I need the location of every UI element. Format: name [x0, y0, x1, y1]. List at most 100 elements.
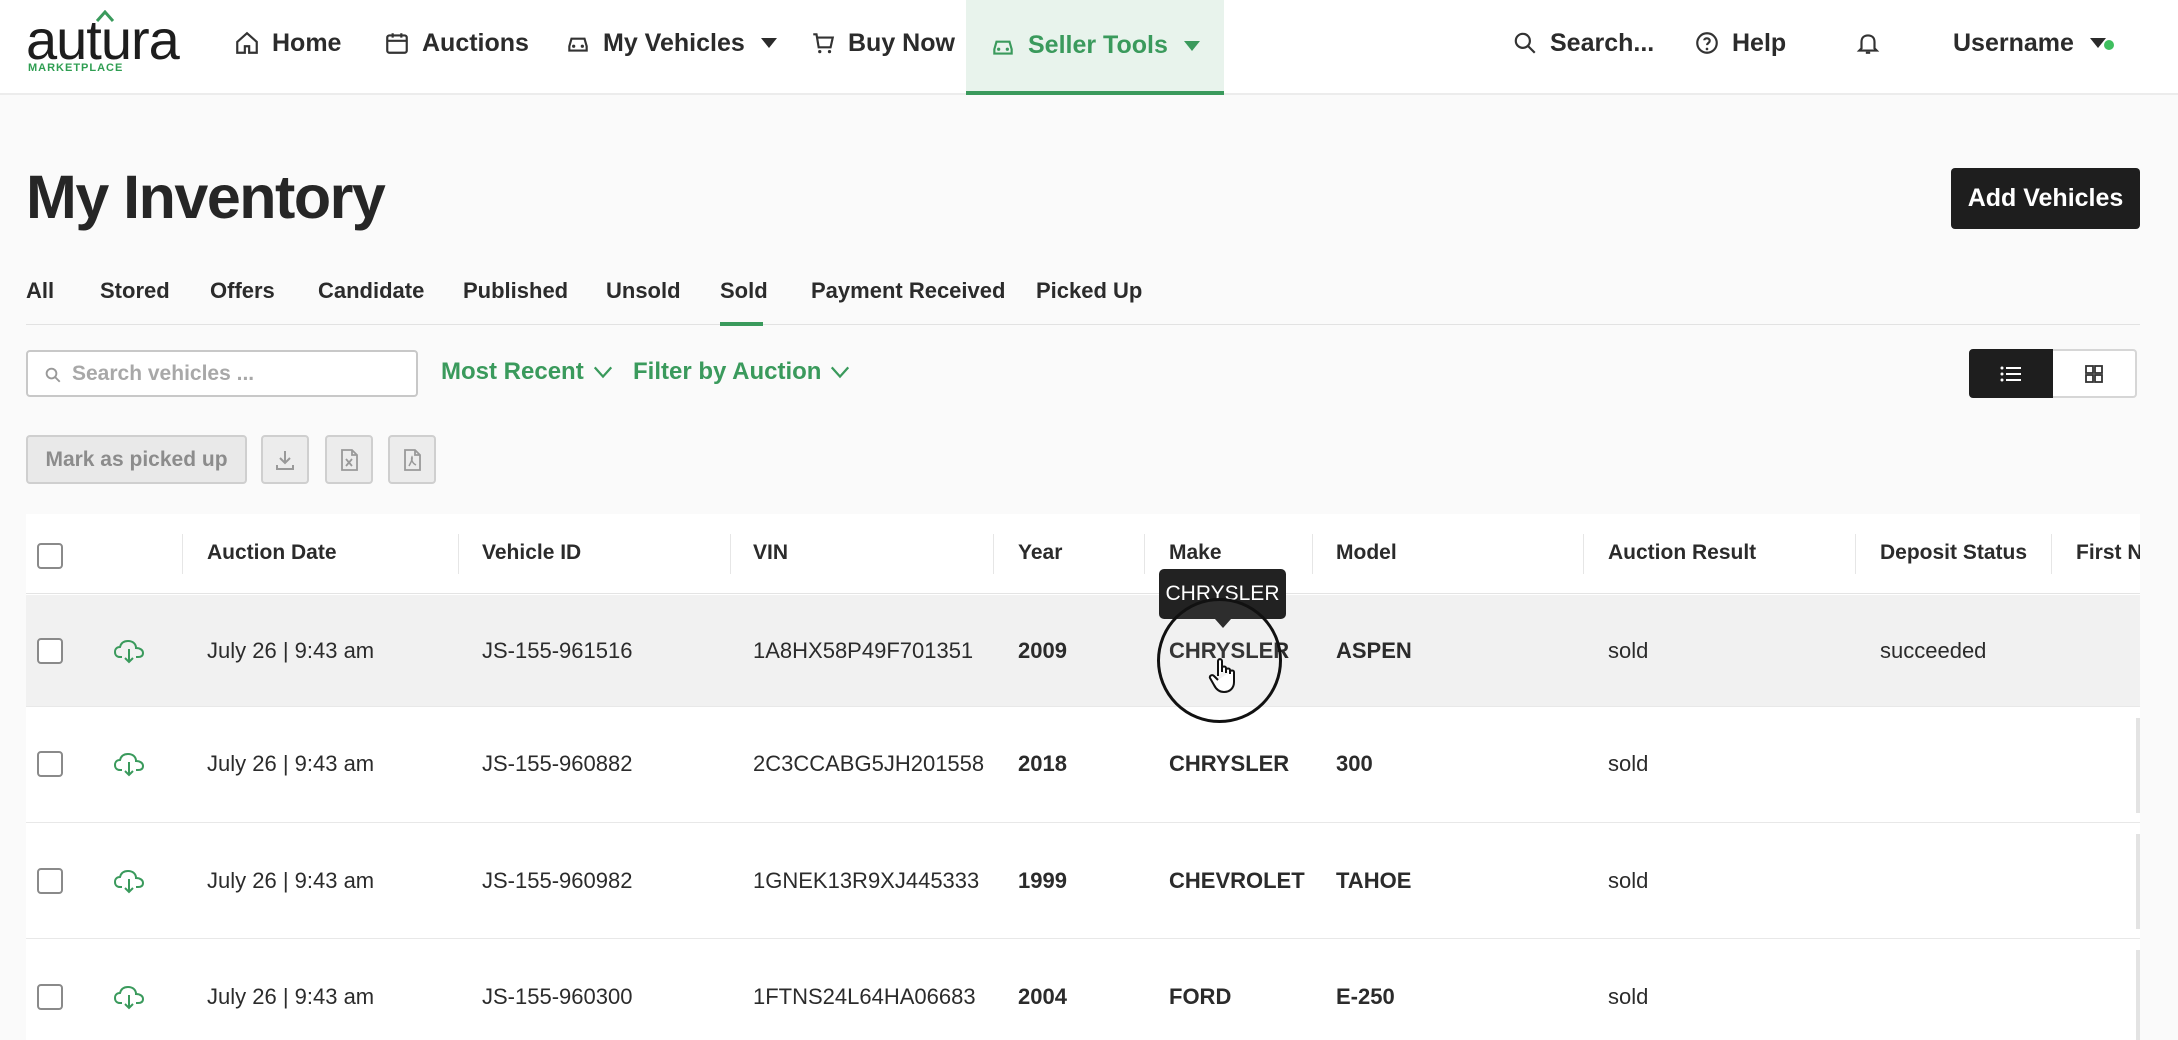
chevron-down-icon [1183, 40, 1200, 51]
cloud-download-icon[interactable] [114, 984, 144, 1010]
nav-seller-tools-label: Seller Tools [1028, 31, 1168, 59]
nav-help[interactable]: Help [1694, 0, 1786, 86]
cell-make: CHEVROLET [1169, 868, 1305, 893]
export-excel-button[interactable] [325, 435, 373, 484]
search-icon [1514, 32, 1536, 54]
row-checkbox[interactable] [37, 751, 63, 777]
tab-candidate[interactable]: Candidate [318, 278, 424, 304]
nav-search[interactable]: Search... [1512, 0, 1654, 86]
table-header: Auction Date Vehicle ID VIN Year Make Mo… [26, 514, 2140, 594]
cloud-download-icon[interactable] [114, 751, 144, 777]
column-auction-result[interactable]: Auction Result [1608, 541, 1756, 565]
cloud-download-icon[interactable] [114, 638, 144, 664]
active-tab-indicator [720, 322, 763, 326]
tab-picked-up[interactable]: Picked Up [1036, 278, 1142, 304]
search-icon [45, 367, 61, 383]
inventory-table: Auction Date Vehicle ID VIN Year Make Mo… [26, 514, 2140, 1040]
table-row[interactable]: July 26 | 9:43 am JS-155-960300 1FTNS24L… [26, 940, 2140, 1040]
row-checkbox[interactable] [37, 984, 63, 1010]
cell-year: 2009 [1018, 638, 1067, 663]
top-navbar: autura MARKETPLACE Home Auctions My Vehi… [0, 0, 2178, 95]
cart-icon [813, 33, 835, 54]
cell-vin: 2C3CCABG5JH201558 [753, 751, 985, 776]
nav-my-vehicles-label: My Vehicles [603, 28, 745, 57]
cell-auction-result: sold [1608, 751, 1649, 776]
search-vehicles-input[interactable] [72, 360, 402, 388]
excel-file-icon [341, 448, 358, 471]
cell-vin: 1GNEK13R9XJ445333 [753, 868, 980, 893]
user-menu[interactable]: Username [1953, 0, 2106, 86]
cell-make: FORD [1169, 984, 1232, 1009]
page-title: My Inventory [26, 163, 386, 231]
grid-view-button[interactable] [2053, 349, 2137, 398]
tab-published[interactable]: Published [463, 278, 568, 304]
column-deposit-status[interactable]: Deposit Status [1880, 541, 2027, 565]
cell-vin: 1A8HX58P49F701351 [753, 638, 974, 663]
calendar-icon [386, 33, 408, 54]
tab-unsold[interactable]: Unsold [606, 278, 681, 304]
nav-auctions[interactable]: Auctions [384, 0, 529, 86]
chevron-down-icon [593, 366, 612, 379]
cell-model: ASPEN [1336, 638, 1412, 663]
autura-logo[interactable]: autura MARKETPLACE [26, 10, 186, 78]
vehicle-search[interactable] [26, 350, 418, 397]
tab-payment-received[interactable]: Payment Received [811, 278, 1005, 304]
cell-year: 2018 [1018, 751, 1067, 776]
cell-deposit-status: succeeded [1880, 638, 1987, 663]
column-year[interactable]: Year [1018, 541, 1062, 565]
row-edge [2136, 834, 2140, 929]
tab-all[interactable]: All [26, 278, 54, 304]
column-vehicle-id[interactable]: Vehicle ID [482, 541, 581, 565]
tab-sold[interactable]: Sold [720, 278, 768, 304]
nav-buy-now-label: Buy Now [848, 28, 955, 57]
cell-vehicle-id: JS-155-961516 [482, 638, 633, 663]
mark-picked-up-button[interactable]: Mark as picked up [26, 435, 247, 484]
tab-stored[interactable]: Stored [100, 278, 170, 304]
add-vehicles-button[interactable]: Add Vehicles [1951, 168, 2140, 229]
row-checkbox[interactable] [37, 868, 63, 894]
hand-pointer-icon [1208, 658, 1235, 693]
column-divider [1583, 534, 1584, 574]
nav-buy-now[interactable]: Buy Now [810, 0, 955, 86]
bell-icon [1856, 34, 1880, 54]
nav-home[interactable]: Home [234, 0, 341, 86]
logo-accent-icon [96, 10, 114, 22]
cell-vin: 1FTNS24L64HA06683 [753, 984, 976, 1009]
cell-model: TAHOE [1336, 868, 1412, 893]
nav-seller-tools[interactable]: Seller Tools [966, 0, 1224, 95]
cell-auction-date: July 26 | 9:43 am [207, 868, 375, 893]
row-edge [2136, 950, 2140, 1040]
pdf-file-icon [404, 448, 421, 471]
select-all-checkbox[interactable] [37, 543, 63, 569]
home-icon [236, 31, 258, 54]
nav-my-vehicles[interactable]: My Vehicles [565, 0, 777, 86]
cloud-download-icon[interactable] [114, 868, 144, 894]
column-first-name[interactable]: First N [2076, 541, 2140, 565]
sort-dropdown[interactable]: Most Recent [441, 358, 614, 386]
cell-auction-result: sold [1608, 868, 1649, 893]
inventory-tabs: All Stored Offers Candidate Published Un… [26, 264, 2140, 326]
column-make[interactable]: Make [1169, 541, 1222, 565]
notifications-button[interactable] [1855, 0, 1881, 86]
nav-auctions-label: Auctions [422, 28, 529, 57]
table-row[interactable]: July 26 | 9:43 am JS-155-960982 1GNEK13R… [26, 824, 2140, 939]
chevron-down-icon [831, 366, 850, 379]
column-divider [1312, 534, 1313, 574]
row-checkbox[interactable] [37, 638, 63, 664]
export-pdf-button[interactable] [388, 435, 436, 484]
list-view-button[interactable] [1969, 349, 2053, 398]
column-divider [1144, 534, 1145, 574]
car-icon [993, 40, 1013, 55]
table-row[interactable]: July 26 | 9:43 am JS-155-961516 1A8HX58P… [26, 595, 2140, 707]
cell-year: 1999 [1018, 868, 1067, 893]
download-button[interactable] [261, 435, 309, 484]
cell-vehicle-id: JS-155-960300 [482, 984, 633, 1009]
auction-filter-dropdown[interactable]: Filter by Auction [633, 358, 851, 386]
tab-offers[interactable]: Offers [210, 278, 275, 304]
cell-auction-date: July 26 | 9:43 am [207, 984, 375, 1009]
grid-icon [2085, 364, 2103, 383]
column-vin[interactable]: VIN [753, 541, 788, 565]
column-auction-date[interactable]: Auction Date [207, 541, 337, 565]
column-model[interactable]: Model [1336, 541, 1397, 565]
table-row[interactable]: July 26 | 9:43 am JS-155-960882 2C3CCABG… [26, 708, 2140, 823]
